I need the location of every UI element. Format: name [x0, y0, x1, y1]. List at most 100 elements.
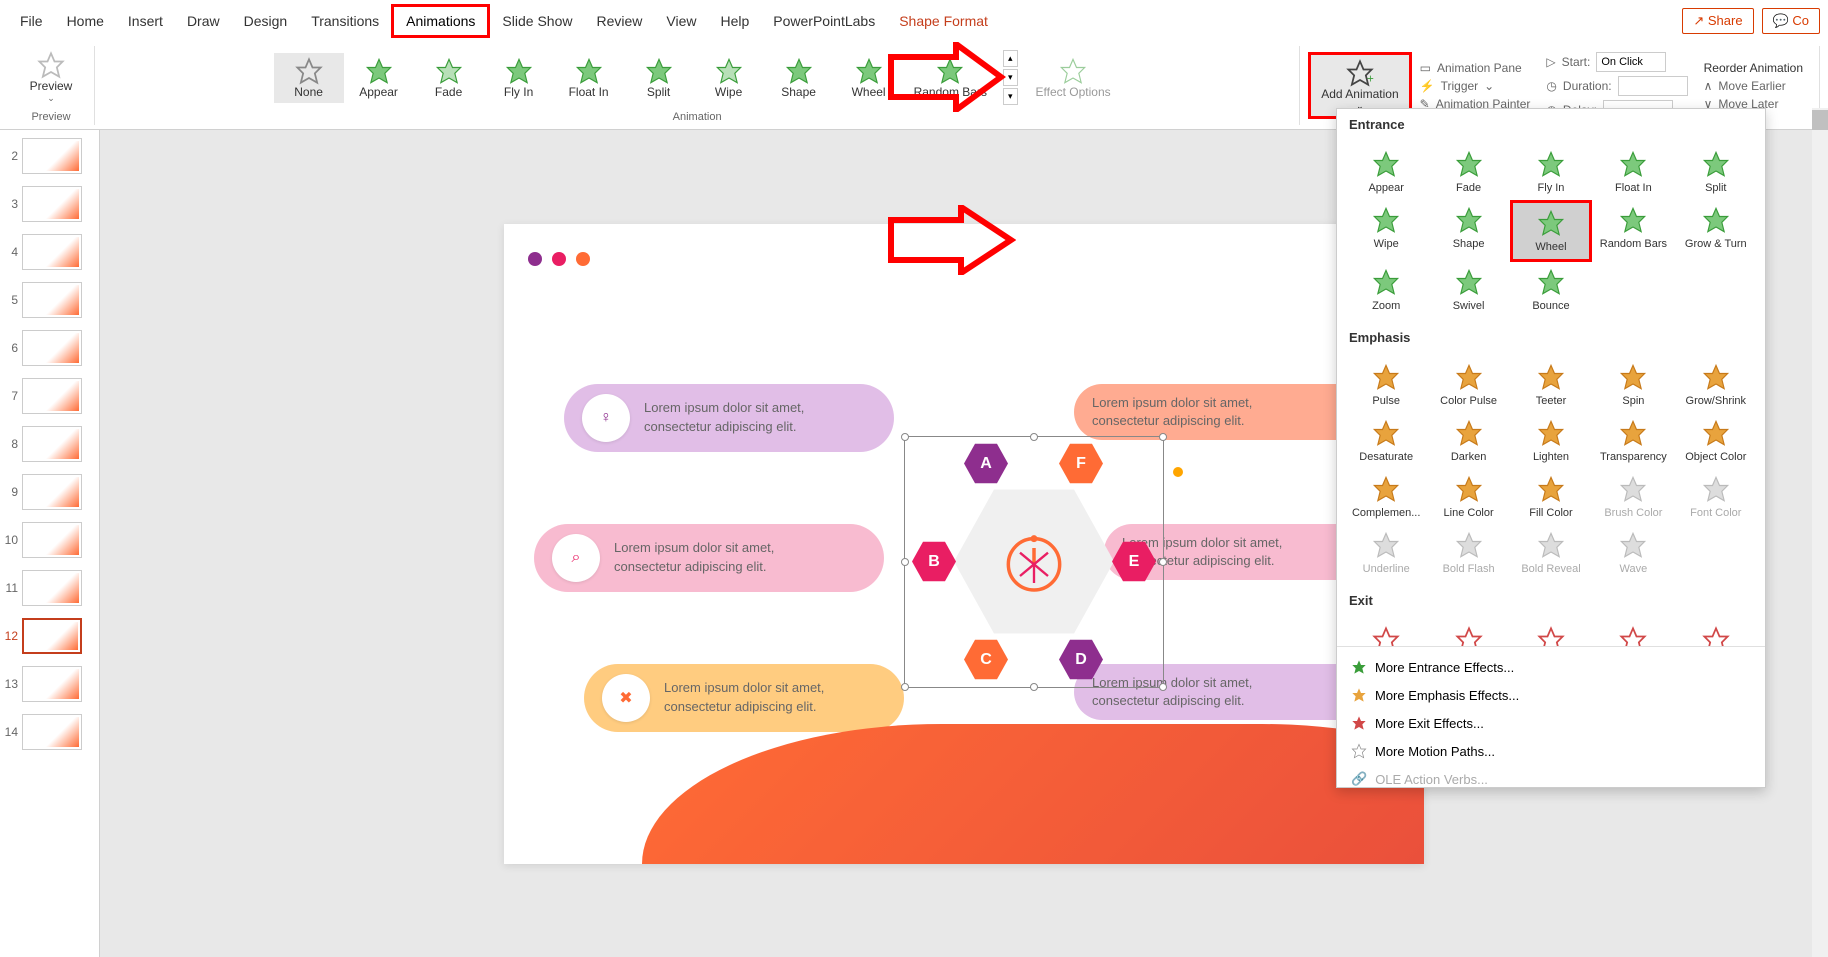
- emphasis-lighten[interactable]: Lighten: [1510, 413, 1592, 469]
- info-box-2[interactable]: ⌕ Lorem ipsum dolor sit amet,consectetur…: [534, 524, 884, 592]
- entrance-wipe[interactable]: Wipe: [1345, 200, 1427, 262]
- anim-shape[interactable]: Shape: [764, 53, 834, 103]
- emphasis-wave: Wave: [1592, 525, 1674, 581]
- slide-thumb-3[interactable]: 3: [4, 186, 95, 222]
- anim-floatin[interactable]: Float In: [554, 53, 624, 103]
- entrance-zoom[interactable]: Zoom: [1345, 262, 1427, 318]
- emphasis-darken[interactable]: Darken: [1427, 413, 1509, 469]
- reorder-label: Reorder Animation: [1704, 61, 1803, 75]
- slide-thumb-6[interactable]: 6: [4, 330, 95, 366]
- anim-appear[interactable]: Appear: [344, 53, 414, 103]
- hex-group[interactable]: A F B E C D: [924, 452, 1144, 672]
- svg-text:+: +: [1367, 72, 1374, 85]
- tab-powerpointlabs[interactable]: PowerPointLabs: [761, 7, 887, 35]
- dot-orange: [576, 252, 590, 266]
- slide-thumb-img: [22, 426, 82, 462]
- exit-item-4[interactable]: [1675, 620, 1757, 646]
- anim-floatin-label: Float In: [569, 85, 609, 99]
- add-animation-label: Add Animation: [1321, 87, 1398, 101]
- slide-thumb-12[interactable]: 12: [4, 618, 95, 654]
- slide-thumb-4[interactable]: 4: [4, 234, 95, 270]
- slide-thumb-14[interactable]: 14: [4, 714, 95, 750]
- anim-fade[interactable]: Fade: [414, 53, 484, 103]
- share-button[interactable]: ↗ Share: [1682, 8, 1753, 34]
- slide-thumb-11[interactable]: 11: [4, 570, 95, 606]
- slide-thumb-8[interactable]: 8: [4, 426, 95, 462]
- more-emphasis[interactable]: More Emphasis Effects...: [1337, 681, 1765, 709]
- exit-item-0[interactable]: [1345, 620, 1427, 646]
- slide-thumb-img: [22, 282, 82, 318]
- slide-number: 13: [4, 677, 22, 691]
- entrance-flyin[interactable]: Fly In: [1510, 144, 1592, 200]
- emphasis-colorpulse[interactable]: Color Pulse: [1427, 357, 1509, 413]
- vertical-scrollbar[interactable]: [1812, 108, 1828, 957]
- slide-thumb-13[interactable]: 13: [4, 666, 95, 702]
- move-earlier-button[interactable]: ∧Move Earlier: [1704, 79, 1803, 93]
- exit-item-2[interactable]: [1510, 620, 1592, 646]
- tab-review[interactable]: Review: [584, 7, 654, 35]
- emphasis-fontcolor: Font Color: [1675, 469, 1757, 525]
- emphasis-desaturate[interactable]: Desaturate: [1345, 413, 1427, 469]
- tab-view[interactable]: View: [654, 7, 708, 35]
- slide-thumb-5[interactable]: 5: [4, 282, 95, 318]
- emphasis-growshrink-label: Grow/Shrink: [1686, 395, 1747, 407]
- slide-thumb-9[interactable]: 9: [4, 474, 95, 510]
- tab-insert[interactable]: Insert: [116, 7, 175, 35]
- tab-file[interactable]: File: [8, 7, 55, 35]
- entrance-split[interactable]: Split: [1675, 144, 1757, 200]
- more-exit[interactable]: More Exit Effects...: [1337, 709, 1765, 737]
- emphasis-teeter[interactable]: Teeter: [1510, 357, 1592, 413]
- slide-thumb-10[interactable]: 10: [4, 522, 95, 558]
- emphasis-objectcolor[interactable]: Object Color: [1675, 413, 1757, 469]
- tab-transitions[interactable]: Transitions: [299, 7, 391, 35]
- entrance-fade[interactable]: Fade: [1427, 144, 1509, 200]
- emphasis-transparency[interactable]: Transparency: [1592, 413, 1674, 469]
- slide-thumb-2[interactable]: 2: [4, 138, 95, 174]
- entrance-bounce[interactable]: Bounce: [1510, 262, 1592, 318]
- tab-home[interactable]: Home: [55, 7, 116, 35]
- entrance-growturn[interactable]: Grow & Turn: [1675, 200, 1757, 262]
- slide-thumb-7[interactable]: 7: [4, 378, 95, 414]
- emphasis-fillcolor[interactable]: Fill Color: [1510, 469, 1592, 525]
- effect-options-button[interactable]: Effect Options: [1026, 53, 1121, 103]
- more-emphasis-label: More Emphasis Effects...: [1375, 688, 1519, 703]
- entrance-shape[interactable]: Shape: [1427, 200, 1509, 262]
- info-box-1[interactable]: ♀ Lorem ipsum dolor sit amet,consectetur…: [564, 384, 894, 452]
- anim-flyin[interactable]: Fly In: [484, 53, 554, 103]
- emphasis-linecolor[interactable]: Line Color: [1427, 469, 1509, 525]
- tab-shape-format[interactable]: Shape Format: [887, 7, 1000, 35]
- animation-pane-label: Animation Pane: [1437, 61, 1522, 75]
- anim-wipe[interactable]: Wipe: [694, 53, 764, 103]
- emphasis-pulse[interactable]: Pulse: [1345, 357, 1427, 413]
- duration-label: Duration:: [1563, 79, 1612, 93]
- tab-design[interactable]: Design: [232, 7, 300, 35]
- animation-pane-button[interactable]: ▭Animation Pane: [1420, 61, 1531, 75]
- duration-input[interactable]: [1618, 76, 1688, 96]
- anim-split[interactable]: Split: [624, 53, 694, 103]
- entrance-wheel[interactable]: Wheel: [1510, 200, 1592, 262]
- start-input[interactable]: [1596, 52, 1666, 72]
- tab-help[interactable]: Help: [708, 7, 761, 35]
- comments-button[interactable]: 💬 Co: [1762, 8, 1820, 34]
- tab-slideshow[interactable]: Slide Show: [490, 7, 584, 35]
- entrance-randombars[interactable]: Random Bars: [1592, 200, 1674, 262]
- info-box-3[interactable]: ✖ Lorem ipsum dolor sit amet,consectetur…: [584, 664, 904, 732]
- tab-animations[interactable]: Animations: [391, 4, 490, 38]
- emphasis-growshrink[interactable]: Grow/Shrink: [1675, 357, 1757, 413]
- entrance-floatin[interactable]: Float In: [1592, 144, 1674, 200]
- slide-panel[interactable]: 2 3 4 5 6 7 8 9 10 11 12 13 14: [0, 130, 100, 957]
- trigger-button[interactable]: ⚡Trigger ⌄: [1420, 79, 1531, 93]
- entrance-swivel[interactable]: Swivel: [1427, 262, 1509, 318]
- anim-none[interactable]: None: [274, 53, 344, 103]
- emphasis-spin[interactable]: Spin: [1592, 357, 1674, 413]
- emphasis-complemen[interactable]: Complemen...: [1345, 469, 1427, 525]
- info3-line1: Lorem ipsum dolor sit amet,: [664, 680, 824, 695]
- exit-item-1[interactable]: [1427, 620, 1509, 646]
- tab-draw[interactable]: Draw: [175, 7, 232, 35]
- entrance-appear[interactable]: Appear: [1345, 144, 1427, 200]
- more-entrance[interactable]: More Entrance Effects...: [1337, 653, 1765, 681]
- selection-box[interactable]: [904, 436, 1164, 688]
- preview-button[interactable]: Preview ⌄: [16, 47, 86, 108]
- exit-item-3[interactable]: [1592, 620, 1674, 646]
- more-motion[interactable]: More Motion Paths...: [1337, 737, 1765, 765]
